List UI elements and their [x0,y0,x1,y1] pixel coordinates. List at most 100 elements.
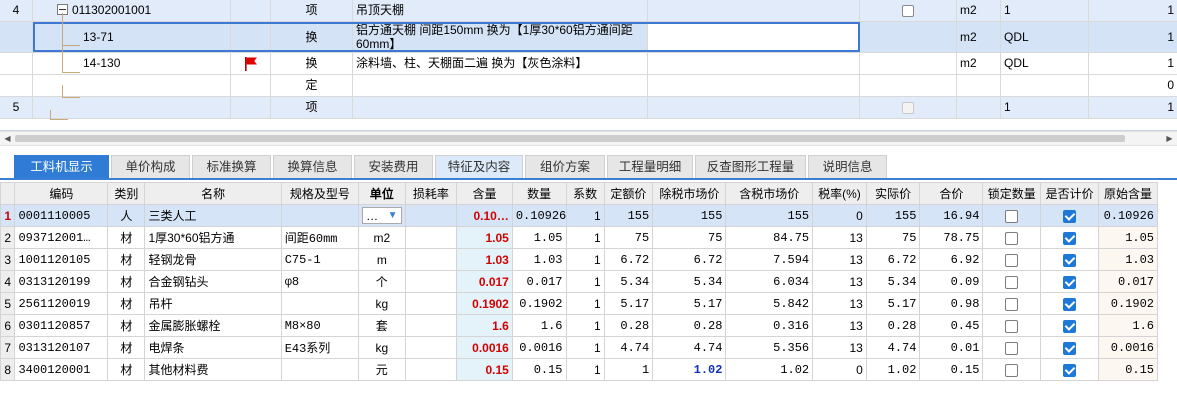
lock-checkbox[interactable] [1005,231,1019,245]
coef-cell[interactable]: 1 [565,314,605,337]
spec-cell[interactable]: E43系列 [280,336,360,359]
unit-cell[interactable] [957,97,1001,118]
code-cell[interactable]: 2561120019 [14,292,109,315]
tax-rate-cell[interactable]: 13 [812,336,867,359]
quantity-cell[interactable]: 1.6 [511,314,567,337]
unit-cell[interactable]: m [358,248,406,271]
priced-checkbox[interactable] [1063,231,1077,245]
actual-price-cell[interactable]: 5.34 [865,270,921,293]
loss-cell[interactable] [404,204,458,227]
qty-expr-cell[interactable]: 1 [1001,0,1089,21]
col-header-ex-tax[interactable]: 除税市场价 [652,182,727,205]
total-cell[interactable]: 0.15 [919,358,984,381]
tax-rate-cell[interactable]: 13 [812,314,867,337]
ex-tax-price-cell[interactable]: 5.34 [652,270,727,293]
content-cell[interactable]: 1.03 [456,248,513,271]
content-cell[interactable]: 1.05 [456,226,513,249]
lock-checkbox[interactable] [1005,319,1019,333]
quota-price-cell[interactable]: 0.28 [603,314,654,337]
col-header-total[interactable]: 合价 [919,182,984,205]
priced-checkbox[interactable] [1063,341,1077,355]
spec-cell[interactable]: C75-1 [280,248,360,271]
code-cell[interactable]: 3400120001 [14,358,109,381]
lock-checkbox[interactable] [902,4,914,17]
priced-cell[interactable] [1040,292,1099,315]
category-cell[interactable]: 材 [107,270,146,293]
quota-row[interactable]: 定 0 [0,75,1177,97]
coef-cell[interactable]: 1 [565,226,605,249]
lock-checkbox[interactable] [1005,363,1019,377]
quota-row[interactable]: 14-130 换 涂料墙、柱、天棚面二遍 换为【灰色涂料】 m2 QDL 1 [0,53,1177,75]
code-cell[interactable]: 0313120107 [14,336,109,359]
quantity-cell[interactable]: 0 [1089,75,1177,96]
quantity-cell[interactable]: 1.03 [511,248,567,271]
content-cell[interactable]: 0.1902 [456,292,513,315]
total-cell[interactable]: 0.01 [919,336,984,359]
type-cell[interactable]: 换 [271,53,353,74]
quota-price-cell[interactable]: 1 [603,358,654,381]
orig-content-cell[interactable]: 1.05 [1098,226,1158,249]
chevron-down-icon[interactable]: ▼ [388,210,398,221]
quantity-cell[interactable]: 1 [1089,53,1177,74]
category-cell[interactable]: 材 [107,314,146,337]
priced-cell[interactable] [1040,226,1099,249]
tax-rate-cell[interactable]: 0 [812,204,867,227]
quota-price-cell[interactable]: 5.17 [603,292,654,315]
quantity-cell[interactable]: 0.10926 [511,204,567,227]
inc-tax-price-cell[interactable]: 5.356 [725,336,814,359]
category-cell[interactable]: 人 [107,204,146,227]
unit-cell[interactable]: kg [358,292,406,315]
name-cell[interactable]: 金属膨胀螺栓 [144,314,282,337]
orig-content-cell[interactable]: 0.017 [1098,270,1158,293]
coef-cell[interactable]: 1 [565,248,605,271]
col-header-tax-rate[interactable]: 税率(%) [812,182,867,205]
spec-cell[interactable] [280,358,360,381]
priced-cell[interactable] [1040,270,1099,293]
lock-cell[interactable] [982,358,1042,381]
total-cell[interactable]: 78.75 [919,226,984,249]
col-header-loss[interactable]: 损耗率 [404,182,458,205]
ex-tax-price-cell[interactable]: 4.74 [652,336,727,359]
content-cell[interactable]: 0.15 [456,358,513,381]
scroll-right-icon[interactable]: ▶ [1162,132,1177,145]
priced-cell[interactable] [1040,358,1099,381]
quota-row[interactable]: 5 项 1 1 [0,97,1177,119]
quantity-cell[interactable]: 1 [1089,97,1177,118]
unit-cell[interactable]: m2 [358,226,406,249]
col-header-coef[interactable]: 系数 [565,182,605,205]
orig-content-cell[interactable]: 1.03 [1098,248,1158,271]
code-cell[interactable]: 0001110005 [14,204,109,227]
actual-price-cell[interactable]: 5.17 [865,292,921,315]
category-cell[interactable]: 材 [107,292,146,315]
col-header-category[interactable]: 类别 [107,182,146,205]
orig-content-cell[interactable]: 0.15 [1098,358,1158,381]
code-cell[interactable]: 0301120857 [14,314,109,337]
col-header-quota-price[interactable]: 定额价 [603,182,654,205]
tab-description[interactable]: 说明信息 [808,155,887,178]
ex-tax-price-cell[interactable]: 1.02 [652,358,727,381]
scroll-left-icon[interactable]: ◀ [0,132,15,145]
type-cell[interactable]: 项 [271,0,353,21]
name-cell[interactable]: 1厚30*60铝方通 [144,226,282,249]
name-cell[interactable]: 吊杆 [144,292,282,315]
table-row[interactable]: 3 1001120105 材轻钢龙骨 C75-1 m 1.03 1.03 1 6.72 6.72 7… [0,248,1158,271]
unit-cell[interactable]: m2 [957,53,1001,74]
quantity-cell[interactable]: 0.15 [511,358,567,381]
qty-expr-cell[interactable]: QDL [1001,53,1089,74]
table-row[interactable]: 4 0313120199 材合金钢钻头 φ8 个 0.017 0.017 1 5.34 5.34 6… [0,270,1158,293]
tax-rate-cell[interactable]: 13 [812,270,867,293]
spec-cell[interactable]: 间距60mm [280,226,360,249]
tab-reverse-lookup[interactable]: 反查图形工程量 [695,155,806,178]
total-cell[interactable]: 16.94 [919,204,984,227]
tab-pricing-scheme[interactable]: 组价方案 [525,155,605,178]
unit-cell[interactable]: m2 [957,0,1001,21]
total-cell[interactable]: 0.45 [919,314,984,337]
table-row[interactable]: 8 3400120001 材其他材料费元 0.15 0.15 1 1 1.02 1.02 0 1.0… [0,358,1158,381]
code-cell[interactable]: 1001120105 [14,248,109,271]
tab-standard-conversion[interactable]: 标准换算 [192,155,271,178]
name-cell[interactable]: 三类人工 [144,204,282,227]
tax-rate-cell[interactable]: 13 [812,248,867,271]
total-cell[interactable]: 6.92 [919,248,984,271]
category-cell[interactable]: 材 [107,358,146,381]
loss-cell[interactable] [404,226,458,249]
